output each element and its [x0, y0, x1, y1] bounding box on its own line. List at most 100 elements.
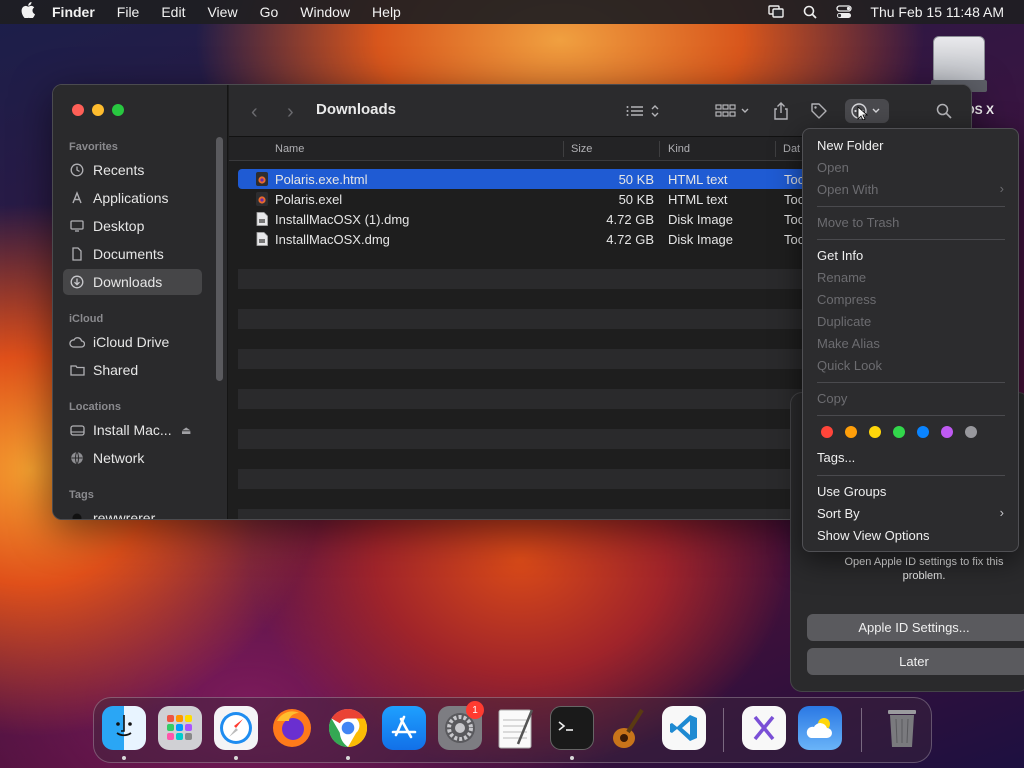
- eject-icon[interactable]: ⏏: [181, 424, 232, 437]
- sidebar-item-icloud-drive[interactable]: iCloud Drive: [63, 329, 202, 355]
- share-icon[interactable]: [770, 99, 792, 123]
- sidebar-item-label: Recents: [93, 162, 145, 178]
- finder-sidebar: Favorites Recents Applications Desktop D…: [53, 85, 228, 520]
- back-chevron-icon[interactable]: ‹: [251, 101, 258, 124]
- action-context-menu: New Folder Open Open With › Move to Tras…: [802, 128, 1019, 552]
- terminal-icon[interactable]: [550, 706, 594, 750]
- group-view-button[interactable]: [713, 99, 753, 123]
- tag-orange-dot[interactable]: [845, 426, 857, 438]
- disk-image-file-icon: [256, 232, 268, 246]
- menu-item-new-folder[interactable]: New Folder: [817, 138, 883, 153]
- action-menu-button[interactable]: [845, 99, 889, 123]
- menu-item-show-view-options[interactable]: Show View Options: [817, 528, 930, 543]
- column-size[interactable]: Size: [571, 143, 592, 155]
- chrome-icon[interactable]: [326, 706, 370, 750]
- menu-item-move-to-trash[interactable]: Move to Trash: [817, 215, 899, 230]
- textedit-icon[interactable]: [494, 706, 538, 750]
- sidebar-item-install-mac[interactable]: Install Mac... ⏏: [63, 417, 202, 443]
- sidebar-item-label: Desktop: [93, 218, 145, 234]
- menu-separator: [817, 415, 1005, 416]
- menu-bar-clock[interactable]: Thu Feb 15 11:48 AM: [870, 4, 1004, 20]
- sidebar-header-locations: Locations: [69, 401, 121, 413]
- tag-blue-dot[interactable]: [917, 426, 929, 438]
- sidebar-item-tag[interactable]: rewwrerer: [63, 505, 202, 520]
- sidebar-item-downloads[interactable]: Downloads: [63, 269, 202, 295]
- tag-purple-dot[interactable]: [941, 426, 953, 438]
- visual-studio-icon[interactable]: [742, 706, 786, 750]
- sidebar-scrollbar[interactable]: [216, 137, 223, 381]
- apple-id-settings-button[interactable]: Apple ID Settings...: [807, 614, 1024, 641]
- tag-red-dot[interactable]: [821, 426, 833, 438]
- menu-item-quick-look[interactable]: Quick Look: [817, 358, 882, 373]
- menu-item-duplicate[interactable]: Duplicate: [817, 314, 871, 329]
- sidebar-header-icloud: iCloud: [69, 313, 104, 325]
- menu-file[interactable]: File: [117, 4, 140, 20]
- close-window-button[interactable]: [72, 104, 84, 116]
- safari-icon[interactable]: [214, 706, 258, 750]
- tag-gray-dot[interactable]: [965, 426, 977, 438]
- weather-icon[interactable]: [798, 706, 842, 750]
- network-globe-icon: [69, 450, 85, 466]
- menu-separator: [817, 382, 1005, 383]
- disk-image-file-icon: [256, 212, 268, 226]
- sidebar-item-applications[interactable]: Applications: [63, 185, 202, 211]
- screen-mirroring-icon[interactable]: [768, 4, 785, 20]
- firefox-icon[interactable]: [270, 706, 314, 750]
- menu-item-sort-by[interactable]: Sort By: [817, 506, 860, 521]
- menu-item-compress[interactable]: Compress: [817, 292, 876, 307]
- search-icon[interactable]: [933, 99, 955, 123]
- forward-chevron-icon[interactable]: ›: [287, 101, 294, 124]
- sidebar-item-label: Network: [93, 450, 145, 466]
- sidebar-item-desktop[interactable]: Desktop: [63, 213, 202, 239]
- menu-item-rename[interactable]: Rename: [817, 270, 866, 285]
- chevron-right-icon: ›: [999, 505, 1004, 520]
- file-kind: Disk Image: [668, 232, 734, 247]
- launchpad-icon[interactable]: [158, 706, 202, 750]
- finder-icon[interactable]: [102, 706, 146, 750]
- notification-message: Open Apple ID settings to fix this probl…: [844, 556, 1004, 582]
- desktop-icon: [69, 218, 85, 234]
- apple-menu-icon[interactable]: [18, 2, 38, 22]
- menu-app-finder[interactable]: Finder: [52, 4, 95, 20]
- sidebar-item-label: rewwrerer: [93, 510, 156, 520]
- menu-window[interactable]: Window: [300, 4, 350, 20]
- tag-color-picker: [821, 426, 977, 438]
- chevron-right-icon: ›: [999, 181, 1004, 196]
- column-name[interactable]: Name: [275, 143, 304, 155]
- zoom-window-button[interactable]: [112, 104, 124, 116]
- dock: 1: [93, 697, 932, 763]
- tag-yellow-dot[interactable]: [869, 426, 881, 438]
- vscode-icon[interactable]: [662, 706, 706, 750]
- menu-item-open-with[interactable]: Open With: [817, 182, 878, 197]
- minimize-window-button[interactable]: [92, 104, 104, 116]
- garageband-icon[interactable]: [606, 706, 650, 750]
- sidebar-item-network[interactable]: Network: [63, 445, 202, 471]
- menu-item-copy[interactable]: Copy: [817, 391, 847, 406]
- later-button[interactable]: Later: [807, 648, 1024, 675]
- menu-item-make-alias[interactable]: Make Alias: [817, 336, 880, 351]
- list-view-button[interactable]: [623, 99, 663, 123]
- control-center-icon[interactable]: [836, 4, 853, 20]
- column-kind[interactable]: Kind: [668, 143, 690, 155]
- menu-item-use-groups[interactable]: Use Groups: [817, 484, 886, 499]
- column-date[interactable]: Dat: [783, 143, 800, 155]
- menu-item-open[interactable]: Open: [817, 160, 849, 175]
- menu-edit[interactable]: Edit: [161, 4, 185, 20]
- menu-separator: [817, 239, 1005, 240]
- menu-go[interactable]: Go: [260, 4, 279, 20]
- trash-icon[interactable]: [880, 706, 924, 750]
- sidebar-item-documents[interactable]: Documents: [63, 241, 202, 267]
- file-kind: Disk Image: [668, 212, 734, 227]
- spotlight-search-icon[interactable]: [802, 4, 818, 20]
- menu-help[interactable]: Help: [372, 4, 401, 20]
- sidebar-item-shared[interactable]: Shared: [63, 357, 202, 383]
- sidebar-item-recents[interactable]: Recents: [63, 157, 202, 183]
- menu-bar: Finder File Edit View Go Window Help Thu…: [0, 0, 1024, 24]
- menu-item-get-info[interactable]: Get Info: [817, 248, 863, 263]
- menu-view[interactable]: View: [207, 4, 237, 20]
- tag-green-dot[interactable]: [893, 426, 905, 438]
- app-store-icon[interactable]: [382, 706, 426, 750]
- menu-item-tags[interactable]: Tags...: [817, 450, 855, 465]
- tag-icon[interactable]: [808, 99, 830, 123]
- file-name: InstallMacOSX.dmg: [275, 232, 390, 247]
